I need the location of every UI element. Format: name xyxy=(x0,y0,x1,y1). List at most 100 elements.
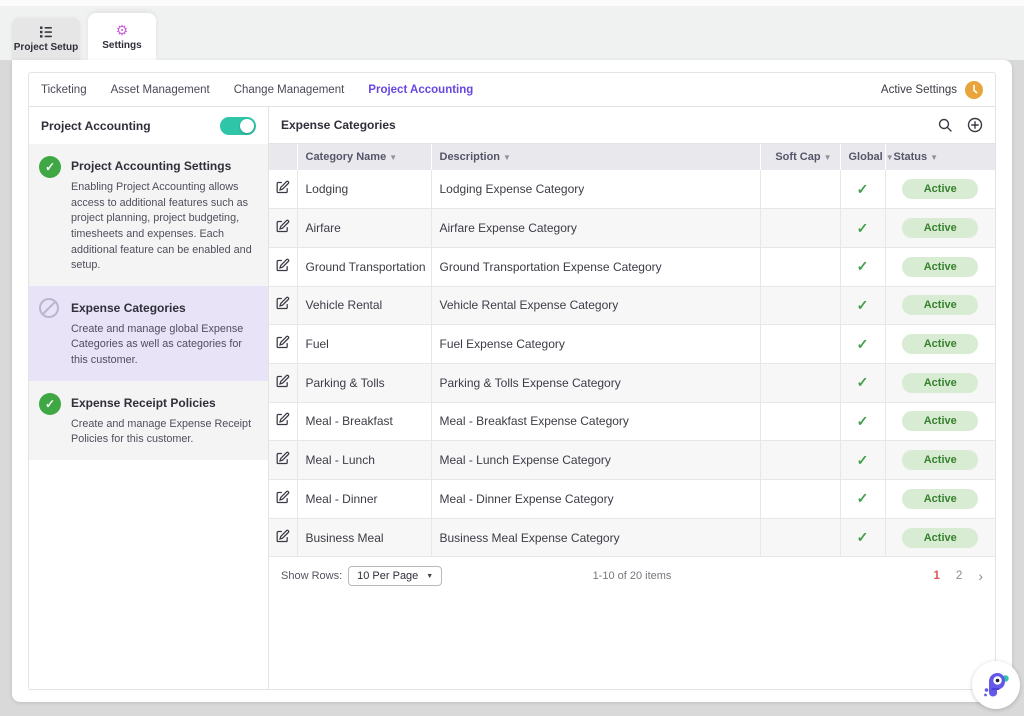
sidebar-step-expense-categories[interactable]: Expense CategoriesCreate and manage glob… xyxy=(29,286,268,381)
global-check-icon: ✓ xyxy=(840,209,885,248)
sort-arrow-icon: ▼ xyxy=(389,153,397,162)
cell-description: Fuel Expense Category xyxy=(431,325,760,364)
table-row: AirfareAirfare Expense Category✓Active xyxy=(269,209,995,248)
status-badge: Active xyxy=(902,411,978,431)
subnav-right: Active Settings xyxy=(881,81,983,99)
expense-categories-table: Category Name▼ Description▼ Soft Cap▼ Gl… xyxy=(269,144,995,557)
status-badge: Active xyxy=(902,334,978,354)
add-circle-icon[interactable] xyxy=(967,117,983,133)
table-row: Meal - BreakfastMeal - Breakfast Expense… xyxy=(269,402,995,441)
col-header-edit xyxy=(269,144,297,170)
status-badge: Active xyxy=(902,528,978,548)
col-header-soft-cap[interactable]: Soft Cap▼ xyxy=(760,144,840,170)
cell-category-name: Meal - Dinner xyxy=(297,480,431,519)
table-row: Ground TransportationGround Transportati… xyxy=(269,247,995,286)
global-check-icon: ✓ xyxy=(840,363,885,402)
cell-status: Active xyxy=(885,363,995,402)
pagination: 1 2 › xyxy=(934,569,983,583)
cell-description: Parking & Tolls Expense Category xyxy=(431,363,760,402)
clock-icon[interactable] xyxy=(965,81,983,99)
step-description: Create and manage Expense Receipt Polici… xyxy=(71,417,254,448)
edit-row-icon[interactable] xyxy=(269,518,297,557)
cell-category-name: Airfare xyxy=(297,209,431,248)
edit-row-icon[interactable] xyxy=(269,247,297,286)
tab-project-setup-label: Project Setup xyxy=(14,42,78,53)
status-badge: Active xyxy=(902,179,978,199)
page-size-select[interactable]: 10 Per Page ▼ xyxy=(348,566,442,586)
table-footer: 1-10 of 20 items Show Rows: 10 Per Page … xyxy=(269,557,995,595)
subnav-item-change-management[interactable]: Change Management xyxy=(234,84,345,96)
table-row: Meal - DinnerMeal - Dinner Expense Categ… xyxy=(269,480,995,519)
check-circle-icon: ✓ xyxy=(39,156,61,274)
sidebar-step-project-accounting-settings[interactable]: ✓Project Accounting SettingsEnabling Pro… xyxy=(29,144,268,286)
settings-card: Ticketing Asset Management Change Manageme… xyxy=(12,60,1012,702)
cell-category-name: Lodging xyxy=(297,170,431,209)
table-row: Business MealBusiness Meal Expense Categ… xyxy=(269,518,995,557)
table-header-row: Category Name▼ Description▼ Soft Cap▼ Gl… xyxy=(269,144,995,170)
cell-description: Vehicle Rental Expense Category xyxy=(431,286,760,325)
cell-category-name: Parking & Tolls xyxy=(297,363,431,402)
edit-row-icon[interactable] xyxy=(269,209,297,248)
status-badge: Active xyxy=(902,257,978,277)
gear-icon: ⚙ xyxy=(116,23,129,37)
sidebar-filler xyxy=(29,460,268,689)
cell-status: Active xyxy=(885,286,995,325)
edit-row-icon[interactable] xyxy=(269,441,297,480)
subnav-item-ticketing[interactable]: Ticketing xyxy=(41,84,87,96)
incomplete-circle-icon xyxy=(39,298,61,369)
col-header-global[interactable]: Global▼ xyxy=(840,144,885,170)
edit-row-icon[interactable] xyxy=(269,170,297,209)
global-check-icon: ✓ xyxy=(840,247,885,286)
edit-row-icon[interactable] xyxy=(269,363,297,402)
main-header-icons xyxy=(937,117,983,133)
cell-soft-cap xyxy=(760,247,840,286)
cell-description: Business Meal Expense Category xyxy=(431,518,760,557)
global-check-icon: ✓ xyxy=(840,480,885,519)
table-row: Meal - LunchMeal - Lunch Expense Categor… xyxy=(269,441,995,480)
checklist-icon xyxy=(39,25,53,39)
page-number-2[interactable]: 2 xyxy=(956,570,962,582)
page-number-1[interactable]: 1 xyxy=(934,570,940,582)
cell-category-name: Vehicle Rental xyxy=(297,286,431,325)
project-accounting-toggle[interactable] xyxy=(220,117,256,135)
cell-description: Meal - Dinner Expense Category xyxy=(431,480,760,519)
main-title: Expense Categories xyxy=(281,118,396,132)
global-check-icon: ✓ xyxy=(840,441,885,480)
search-icon[interactable] xyxy=(937,117,953,133)
tab-settings[interactable]: ⚙ Settings xyxy=(88,13,156,60)
cell-status: Active xyxy=(885,441,995,480)
chevron-right-icon[interactable]: › xyxy=(978,569,983,583)
step-title: Expense Categories xyxy=(71,301,254,315)
cell-status: Active xyxy=(885,325,995,364)
subnav-item-project-accounting[interactable]: Project Accounting xyxy=(368,84,473,96)
active-settings-label: Active Settings xyxy=(881,84,957,96)
sort-arrow-icon: ▼ xyxy=(503,153,511,162)
global-check-icon: ✓ xyxy=(840,325,885,364)
tab-project-setup[interactable]: Project Setup xyxy=(12,18,80,60)
help-mascot-button[interactable] xyxy=(972,661,1020,709)
step-body: Expense Receipt PoliciesCreate and manag… xyxy=(71,393,254,448)
edit-row-icon[interactable] xyxy=(269,325,297,364)
subnav-item-asset-management[interactable]: Asset Management xyxy=(111,84,210,96)
tab-bar: Project Setup ⚙ Settings xyxy=(12,8,156,60)
edit-row-icon[interactable] xyxy=(269,402,297,441)
edit-row-icon[interactable] xyxy=(269,480,297,519)
col-header-category-name[interactable]: Category Name▼ xyxy=(297,144,431,170)
cell-status: Active xyxy=(885,518,995,557)
edit-row-icon[interactable] xyxy=(269,286,297,325)
cell-status: Active xyxy=(885,209,995,248)
col-header-status[interactable]: Status▼ xyxy=(885,144,995,170)
cell-soft-cap xyxy=(760,363,840,402)
sidebar-step-expense-receipt-policies[interactable]: ✓Expense Receipt PoliciesCreate and mana… xyxy=(29,381,268,460)
col-header-description[interactable]: Description▼ xyxy=(431,144,760,170)
cell-category-name: Fuel xyxy=(297,325,431,364)
subnav-items: Ticketing Asset Management Change Manageme… xyxy=(41,84,473,96)
cell-status: Active xyxy=(885,170,995,209)
main-header: Expense Categories xyxy=(269,107,995,144)
mascot-icon xyxy=(979,668,1013,702)
cell-status: Active xyxy=(885,402,995,441)
cell-description: Meal - Breakfast Expense Category xyxy=(431,402,760,441)
cell-status: Active xyxy=(885,247,995,286)
toggle-knob xyxy=(240,119,254,133)
global-check-icon: ✓ xyxy=(840,170,885,209)
